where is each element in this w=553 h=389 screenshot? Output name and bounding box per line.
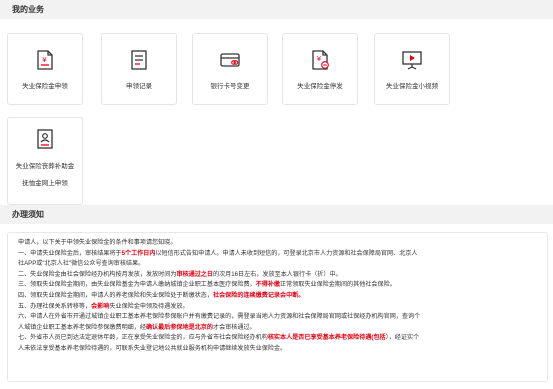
tile-unemployment-benefit-claim[interactable]: ¥ 失业保险金申领 — [7, 33, 83, 105]
tile-funeral-subsidy-claim[interactable]: 失业保险丧葬补助金 抚恤金网上申领 — [7, 117, 83, 205]
notice-line: 四、领取失业保险金期间，申请人的养老保险和失业保险处于断缴状态，社会保险的连续缴… — [18, 291, 305, 299]
record-list-icon — [131, 50, 147, 70]
notice-box: 申请人，以下关于申领失业保险金的条件和事项请您知晓。 一、申请失业保险金后，审核… — [7, 232, 548, 382]
yuan-document-icon: ¥ — [37, 50, 53, 70]
video-board-icon — [402, 51, 422, 70]
notice-line: 人未依法享受基本养老保险待遇的，可联系失业登记地公共就业服务机构申请继续发放失业… — [18, 344, 287, 352]
tile-unemployment-benefit-video[interactable]: 失业保险金小视频 — [374, 33, 450, 105]
notice-line: 三、领取失业保险金期间，由失业保险基金为申请人缴纳城镇企业职工基本医疗保险费，不… — [18, 281, 396, 289]
notice-section-header: 办理须知 — [0, 205, 553, 224]
notice-line: 七、外省市人员已到达法定退休年龄，正在享受失业保险金的，应与外省市社会保险经办机… — [18, 334, 420, 342]
svg-text:¥: ¥ — [42, 56, 47, 64]
notice-line: 社APP或"北京人社"微信公众号查询审核结果。 — [18, 260, 145, 268]
person-document-icon — [37, 129, 53, 149]
business-section-header: 我的业务 — [0, 0, 553, 19]
notice-line: 一、申请失业保险金后，审核结果将于5个工作日内以短信形式告知申请人。申请人未收到… — [18, 249, 418, 257]
tile-label: 银行卡号变更 — [210, 83, 250, 90]
tile-label-line2: 抚恤金网上申领 — [22, 180, 68, 187]
notice-line: 六、申请人在外省市开通过城镇企业职工基本养老保险参保账户并有缴费记录的，需登录当… — [18, 313, 421, 321]
tile-label: 失业保险金停发 — [297, 83, 343, 90]
notice-section-title: 办理须知 — [12, 210, 44, 219]
tile-label: 申领记录 — [126, 83, 152, 90]
business-section-title: 我的业务 — [12, 5, 44, 14]
bank-card-icon — [220, 53, 240, 67]
notice-line: 二、失业保险金由社会保险经办机构按月发放，发放时间为审核通过之日的次月16日左右… — [18, 270, 342, 278]
tile-unemployment-benefit-stop[interactable]: ¥ 失业保险金停发 — [282, 33, 358, 105]
svg-text:¥: ¥ — [317, 55, 322, 63]
tile-label-line1: 失业保险丧葬补助金 — [15, 163, 75, 170]
tile-claim-records[interactable]: 申领记录 — [101, 33, 177, 105]
tile-label: 失业保险金小视频 — [386, 83, 438, 90]
tile-bank-card-change[interactable]: 银行卡号变更 — [192, 33, 268, 105]
tile-label: 失业保险金申领 — [22, 83, 68, 90]
notice-line: 五、办理社保关系转移等，会影响失业保险金申领及待遇发放。 — [18, 302, 189, 310]
notice-intro: 申请人，以下关于申领失业保险金的条件和事项请您知晓。 — [18, 239, 177, 246]
notice-line: 人城镇企业职工基本养老保险参保缴费明细，经确认最后参保地是北京的才会审核通过。 — [18, 323, 256, 331]
yuan-document-stop-icon: ¥ — [312, 50, 329, 70]
tile-label: 失业保险丧葬补助金 抚恤金网上申领 — [8, 158, 82, 192]
